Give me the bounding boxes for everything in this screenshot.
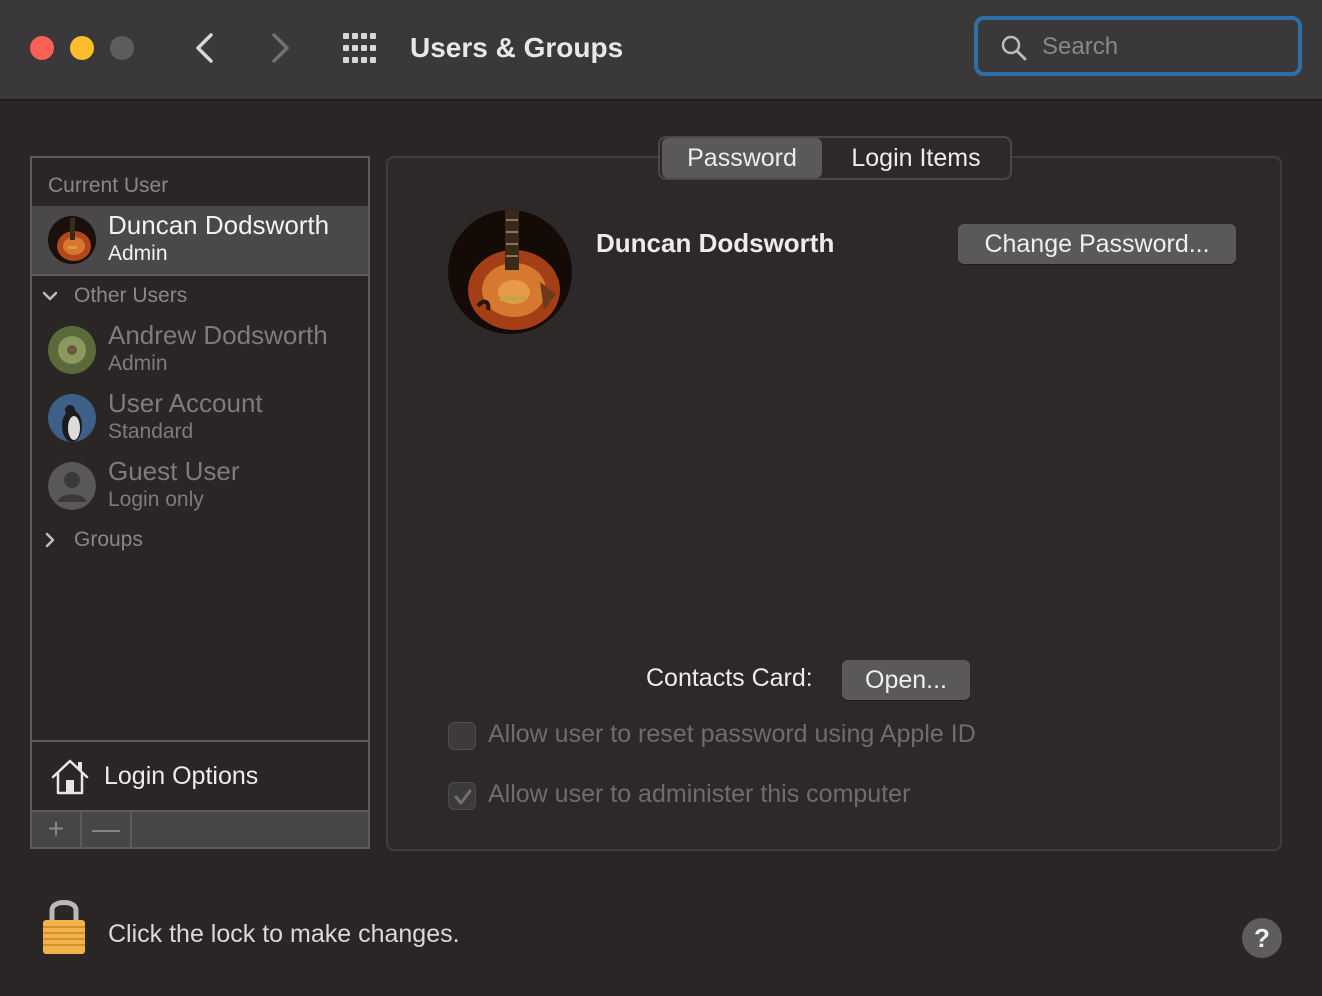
user-name: Duncan Dodsworth bbox=[108, 210, 330, 240]
groups-header: Groups bbox=[74, 528, 143, 551]
user-name: Andrew Dodsworth bbox=[108, 320, 328, 350]
change-password-button[interactable]: Change Password... bbox=[958, 224, 1236, 264]
title-bar: Users & Groups bbox=[0, 0, 1322, 101]
user-row-user-account[interactable]: User Account Standard bbox=[32, 384, 368, 452]
user-picture[interactable] bbox=[448, 210, 572, 334]
search-icon bbox=[1001, 35, 1027, 61]
chevron-down-icon[interactable] bbox=[40, 286, 60, 306]
user-role: Standard bbox=[108, 420, 194, 443]
forward-button[interactable] bbox=[260, 28, 300, 68]
user-row-guest[interactable]: Guest User Login only bbox=[32, 452, 368, 520]
user-role: Login only bbox=[108, 488, 204, 511]
dandelion-avatar bbox=[48, 326, 96, 374]
user-name: User Account bbox=[108, 388, 263, 418]
checkbox-label: Allow user to administer this computer bbox=[488, 780, 911, 808]
user-full-name: Duncan Dodsworth bbox=[596, 228, 835, 258]
users-sidebar: Current User Duncan Dodsworth Admin Othe… bbox=[30, 156, 370, 849]
lock-status-text: Click the lock to make changes. bbox=[108, 920, 460, 948]
user-row-andrew[interactable]: Andrew Dodsworth Admin bbox=[32, 316, 368, 384]
add-user-button[interactable]: + bbox=[32, 812, 82, 847]
tab-login-items[interactable]: Login Items bbox=[826, 138, 1006, 178]
chevron-right-icon[interactable] bbox=[40, 530, 60, 550]
search-input[interactable] bbox=[1040, 28, 1284, 66]
back-button[interactable] bbox=[186, 28, 226, 68]
remove-user-button[interactable]: — bbox=[82, 812, 132, 847]
divider bbox=[32, 274, 368, 276]
login-options-item[interactable]: Login Options bbox=[32, 740, 368, 810]
guitar-avatar bbox=[48, 216, 96, 264]
help-button[interactable]: ? bbox=[1242, 918, 1282, 958]
penguin-avatar bbox=[48, 394, 96, 442]
checkbox-label: Allow user to reset password using Apple… bbox=[488, 720, 976, 748]
checkmark-icon bbox=[454, 789, 472, 805]
user-row-duncan[interactable]: Duncan Dodsworth Admin bbox=[32, 206, 368, 274]
window-title: Users & Groups bbox=[410, 32, 624, 63]
tab-bar: Password Login Items bbox=[658, 136, 1012, 180]
user-role: Admin bbox=[108, 352, 168, 375]
user-name: Guest User bbox=[108, 456, 240, 486]
chevron-left-icon bbox=[196, 33, 213, 63]
open-contacts-card-button[interactable]: Open... bbox=[842, 660, 970, 700]
minimize-window-button[interactable] bbox=[70, 36, 94, 60]
zoom-window-button bbox=[110, 36, 134, 60]
generic-person-avatar bbox=[48, 462, 96, 510]
house-icon bbox=[51, 759, 89, 795]
user-role: Admin bbox=[108, 242, 168, 265]
administer-computer-checkbox bbox=[448, 782, 476, 810]
current-user-header: Current User bbox=[48, 174, 169, 197]
lock-icon[interactable] bbox=[40, 896, 88, 956]
search-field[interactable] bbox=[974, 16, 1302, 76]
other-users-header: Other Users bbox=[74, 284, 188, 307]
chevron-right-icon bbox=[272, 33, 289, 63]
sidebar-toolbar: + — bbox=[32, 810, 368, 847]
show-all-button[interactable] bbox=[340, 28, 382, 68]
close-window-button[interactable] bbox=[30, 36, 54, 60]
contacts-card-label: Contacts Card: bbox=[646, 664, 813, 692]
tab-password[interactable]: Password bbox=[662, 138, 822, 178]
grid-icon bbox=[343, 33, 376, 63]
reset-password-apple-id-checkbox bbox=[448, 722, 476, 750]
login-options-label: Login Options bbox=[104, 762, 259, 790]
